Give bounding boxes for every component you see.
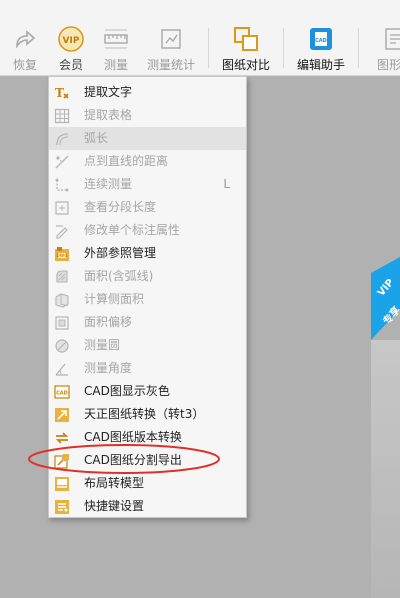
extract-table-icon (54, 108, 70, 124)
toolbar-separator (208, 28, 209, 68)
top-toolbar: 恢复 VIP 会员 测量 测量统计 图纸对比 CAD 编辑助手 图形 (0, 0, 400, 76)
point-line-distance-icon (54, 154, 70, 170)
toolbar-measure-statistics-button[interactable]: 测量统计 (146, 0, 196, 76)
menu-item-label: 天正图纸转换（转t3） (84, 407, 205, 421)
cad-gray-icon: CAD (54, 384, 70, 400)
menu-item-shortcut: L (223, 177, 230, 191)
menu-item-shortcut-settings[interactable]: 快捷键设置 (49, 495, 246, 518)
toolbar-graphic-button[interactable]: 图形访 (370, 0, 400, 76)
menu-item-extract-text[interactable]: T 提取文字 (49, 81, 246, 104)
menu-item-cad-gray[interactable]: CAD CAD图显示灰色 (49, 380, 246, 403)
toolbar-edit-assistant-label: 编辑助手 (296, 58, 345, 72)
toolbar-measure-label: 测量 (103, 58, 128, 72)
tangent-convert-icon (54, 407, 70, 423)
menu-item-extract-table[interactable]: 提取表格 (49, 104, 246, 127)
measure-angle-icon (54, 361, 70, 377)
vip-badge-text: VIP (63, 36, 80, 46)
toolbar-redo-button[interactable]: 恢复 (8, 0, 42, 76)
edit-annotation-icon (54, 223, 70, 239)
menu-item-point-line-distance[interactable]: 点到直线的距离 (49, 150, 246, 173)
menu-item-label: 提取文字 (84, 85, 133, 99)
vip-ribbon[interactable]: VIP 专享 (371, 257, 400, 340)
xref-manage-icon: DWG (54, 246, 70, 262)
area-offset-icon (54, 315, 70, 331)
menu-item-segment-length[interactable]: 查看分段长度 (49, 196, 246, 219)
menu-item-label: 测量角度 (84, 361, 133, 375)
svg-text:CAD: CAD (315, 38, 327, 44)
vip-side-panel (371, 340, 400, 598)
highlight-ellipse (28, 444, 220, 474)
menu-item-label: 查看分段长度 (84, 200, 157, 214)
toolbar-separator (283, 28, 284, 68)
measure-statistics-icon (157, 25, 185, 53)
toolbar-edit-assistant-button[interactable]: CAD 编辑助手 (296, 0, 346, 76)
menu-item-label: 提取表格 (84, 108, 133, 122)
menu-item-label: 弧长 (84, 131, 109, 145)
graphic-icon (381, 25, 400, 53)
menu-item-label: 修改单个标注属性 (84, 223, 181, 237)
menu-item-label: 面积(含弧线) (84, 269, 154, 283)
segment-length-icon (54, 200, 70, 216)
menu-item-continuous-measure[interactable]: 连续测量 L (49, 173, 246, 196)
menu-item-xref-manage[interactable]: DWG 外部参照管理 (49, 242, 246, 265)
extract-text-icon: T (54, 85, 70, 101)
cad-badge-text: CAD (56, 391, 68, 397)
toolbar-measure-statistics-label: 测量统计 (146, 58, 195, 72)
menu-item-label: CAD图显示灰色 (84, 384, 170, 398)
toolbar-measure-button[interactable]: 测量 (100, 0, 132, 76)
vip-icon: VIP (57, 25, 85, 53)
svg-text:T: T (55, 86, 64, 100)
toolbar-vip-label: 会员 (58, 58, 83, 72)
menu-item-side-area[interactable]: 计算侧面积 (49, 288, 246, 311)
area-arc-icon (54, 269, 70, 285)
measure-circle-icon (54, 338, 70, 354)
menu-item-area-offset[interactable]: 面积偏移 (49, 311, 246, 334)
toolbar-graphic-label: 图形访 (376, 58, 400, 72)
toolbar-vip-button[interactable]: VIP 会员 (54, 0, 88, 76)
shortcut-settings-icon (54, 499, 70, 515)
menu-item-label: 布局转模型 (84, 476, 145, 490)
toolbar-drawing-compare-button[interactable]: 图纸对比 (221, 0, 271, 76)
menu-item-label: 点到直线的距离 (84, 154, 169, 168)
menu-item-area-arc[interactable]: 面积(含弧线) (49, 265, 246, 288)
svg-text:DWG: DWG (56, 253, 67, 258)
toolbar-redo-label: 恢复 (12, 58, 37, 72)
menu-item-tangent-convert[interactable]: 天正图纸转换（转t3） (49, 403, 246, 426)
menu-item-label: 外部参照管理 (84, 246, 157, 260)
continuous-measure-icon (54, 177, 70, 193)
toolbar-drawing-compare-label: 图纸对比 (221, 58, 270, 72)
edit-assistant-icon: CAD (307, 25, 335, 53)
drawing-compare-icon (232, 25, 260, 53)
menu-item-label: 计算侧面积 (84, 292, 145, 306)
menu-item-measure-angle[interactable]: 测量角度 (49, 357, 246, 380)
menu-item-label: 快捷键设置 (84, 499, 145, 513)
layout-model-icon (54, 476, 70, 492)
menu-item-arc-length[interactable]: 弧长 (49, 127, 246, 150)
menu-item-label: 面积偏移 (84, 315, 133, 329)
side-area-icon (54, 292, 70, 308)
menu-item-label: 连续测量 (84, 177, 133, 191)
toolbar-separator (358, 28, 359, 68)
measure-ruler-icon (102, 25, 130, 53)
menu-item-measure-circle[interactable]: 测量圆 (49, 334, 246, 357)
menu-item-edit-annotation[interactable]: 修改单个标注属性 (49, 219, 246, 242)
redo-icon (11, 25, 39, 53)
arc-length-icon (54, 131, 70, 147)
menu-item-label: 测量圆 (84, 338, 121, 352)
